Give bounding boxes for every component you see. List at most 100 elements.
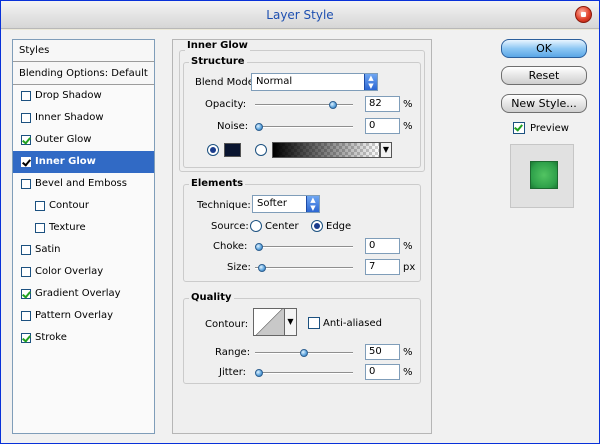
opacity-slider-thumb[interactable] bbox=[328, 101, 337, 109]
source-label: Source: bbox=[211, 221, 249, 232]
style-item-satin[interactable]: Satin bbox=[13, 239, 154, 261]
jitter-slider-thumb[interactable] bbox=[255, 369, 263, 377]
choke-slider[interactable] bbox=[255, 243, 353, 251]
window-title: Layer Style bbox=[266, 8, 334, 22]
updown-arrows-icon: ▲ ▼ bbox=[306, 196, 319, 212]
style-item-drop-shadow[interactable]: Drop Shadow bbox=[13, 85, 154, 107]
quality-title: Quality bbox=[189, 292, 234, 303]
anti-aliased-label: Anti-aliased bbox=[323, 318, 383, 329]
contour-picker[interactable] bbox=[253, 308, 285, 336]
anti-aliased-checkbox[interactable] bbox=[308, 317, 320, 329]
contour-label: Contour: bbox=[205, 319, 249, 330]
style-item-label: Satin bbox=[35, 244, 61, 255]
style-checkbox[interactable] bbox=[35, 223, 45, 233]
style-item-label: Bevel and Emboss bbox=[35, 178, 127, 189]
style-item-label: Color Overlay bbox=[35, 266, 104, 277]
close-button[interactable] bbox=[575, 6, 592, 23]
choke-input[interactable]: 0 bbox=[365, 238, 400, 254]
size-unit: px bbox=[403, 262, 416, 273]
technique-value: Softer bbox=[257, 198, 287, 209]
source-center-radio[interactable] bbox=[250, 220, 262, 232]
blending-options-item[interactable]: Blending Options: Default bbox=[13, 62, 154, 85]
gradient-picker[interactable] bbox=[272, 142, 380, 158]
style-checkbox[interactable] bbox=[21, 157, 31, 167]
source-edge-label: Edge bbox=[326, 221, 352, 232]
style-item-label: Pattern Overlay bbox=[35, 310, 114, 321]
range-unit: % bbox=[403, 347, 413, 358]
style-item-inner-shadow[interactable]: Inner Shadow bbox=[13, 107, 154, 129]
opacity-slider[interactable] bbox=[255, 101, 353, 109]
style-checkbox[interactable] bbox=[21, 311, 31, 321]
opacity-unit: % bbox=[403, 99, 413, 110]
style-item-label: Inner Shadow bbox=[35, 112, 104, 123]
style-checkbox[interactable] bbox=[21, 135, 31, 145]
options-panel: Inner Glow Structure Blend Mode: Normal … bbox=[172, 39, 432, 434]
size-input[interactable]: 7 bbox=[365, 259, 400, 275]
noise-unit: % bbox=[403, 121, 413, 132]
jitter-slider[interactable] bbox=[255, 369, 353, 377]
style-item-texture[interactable]: Texture bbox=[13, 217, 154, 239]
contour-dropdown-arrow-icon[interactable]: ▼ bbox=[285, 308, 297, 336]
style-checkbox[interactable] bbox=[21, 245, 31, 255]
style-item-label: Drop Shadow bbox=[35, 90, 102, 101]
noise-slider[interactable] bbox=[255, 123, 353, 131]
size-slider-thumb[interactable] bbox=[257, 264, 266, 272]
style-item-label: Gradient Overlay bbox=[35, 288, 121, 299]
style-checkbox[interactable] bbox=[35, 201, 45, 211]
style-checkbox[interactable] bbox=[21, 267, 31, 277]
choke-label: Choke: bbox=[213, 241, 248, 252]
noise-slider-thumb[interactable] bbox=[255, 123, 263, 131]
size-label: Size: bbox=[227, 262, 251, 273]
style-item-inner-glow[interactable]: Inner Glow bbox=[13, 151, 154, 173]
preview-thumbnail bbox=[510, 144, 574, 208]
ok-button[interactable]: OK bbox=[501, 39, 587, 58]
noise-label: Noise: bbox=[217, 121, 249, 132]
style-checkbox[interactable] bbox=[21, 91, 31, 101]
style-checkbox[interactable] bbox=[21, 333, 31, 343]
styles-list: Styles Blending Options: Default Drop Sh… bbox=[12, 39, 155, 434]
updown-arrows-icon: ▲ ▼ bbox=[364, 74, 377, 90]
style-checkbox[interactable] bbox=[21, 289, 31, 299]
range-slider-thumb[interactable] bbox=[300, 349, 308, 357]
source-edge-radio[interactable] bbox=[311, 220, 323, 232]
jitter-input[interactable]: 0 bbox=[365, 364, 400, 380]
style-item-label: Stroke bbox=[35, 332, 67, 343]
style-checkbox[interactable] bbox=[21, 179, 31, 189]
preview-swatch bbox=[530, 161, 558, 189]
style-checkbox[interactable] bbox=[21, 113, 31, 123]
source-center-label: Center bbox=[265, 221, 299, 232]
technique-select[interactable]: Softer ▲ ▼ bbox=[252, 195, 320, 213]
title-bar[interactable]: Layer Style bbox=[1, 1, 599, 29]
gradient-dropdown-arrow-icon[interactable]: ▼ bbox=[380, 142, 392, 158]
range-label: Range: bbox=[215, 347, 251, 358]
gradient-radio[interactable] bbox=[255, 144, 267, 156]
styles-header[interactable]: Styles bbox=[13, 40, 154, 62]
opacity-input[interactable]: 82 bbox=[365, 96, 400, 112]
solid-color-radio[interactable] bbox=[207, 144, 219, 156]
reset-button[interactable]: Reset bbox=[501, 66, 587, 85]
style-item-contour[interactable]: Contour bbox=[13, 195, 154, 217]
new-style-button[interactable]: New Style... bbox=[501, 94, 587, 113]
noise-input[interactable]: 0 bbox=[365, 118, 400, 134]
style-item-label: Outer Glow bbox=[35, 134, 92, 145]
style-item-stroke[interactable]: Stroke bbox=[13, 327, 154, 349]
choke-slider-thumb[interactable] bbox=[255, 243, 263, 251]
style-item-outer-glow[interactable]: Outer Glow bbox=[13, 129, 154, 151]
structure-title: Structure bbox=[189, 56, 247, 67]
style-item-label: Inner Glow bbox=[35, 156, 96, 167]
style-item-label: Texture bbox=[49, 222, 86, 233]
style-item-pattern-overlay[interactable]: Pattern Overlay bbox=[13, 305, 154, 327]
jitter-unit: % bbox=[403, 367, 413, 378]
jitter-label: Jitter: bbox=[219, 367, 247, 378]
range-slider[interactable] bbox=[255, 349, 353, 357]
preview-checkbox[interactable] bbox=[513, 122, 525, 134]
range-input[interactable]: 50 bbox=[365, 344, 400, 360]
style-item-bevel-and-emboss[interactable]: Bevel and Emboss bbox=[13, 173, 154, 195]
style-item-gradient-overlay[interactable]: Gradient Overlay bbox=[13, 283, 154, 305]
style-item-color-overlay[interactable]: Color Overlay bbox=[13, 261, 154, 283]
opacity-label: Opacity: bbox=[205, 99, 247, 110]
glow-color-swatch[interactable] bbox=[224, 143, 241, 157]
size-slider[interactable] bbox=[255, 264, 353, 272]
blend-mode-select[interactable]: Normal ▲ ▼ bbox=[251, 73, 378, 91]
inner-glow-title: Inner Glow bbox=[185, 40, 250, 51]
